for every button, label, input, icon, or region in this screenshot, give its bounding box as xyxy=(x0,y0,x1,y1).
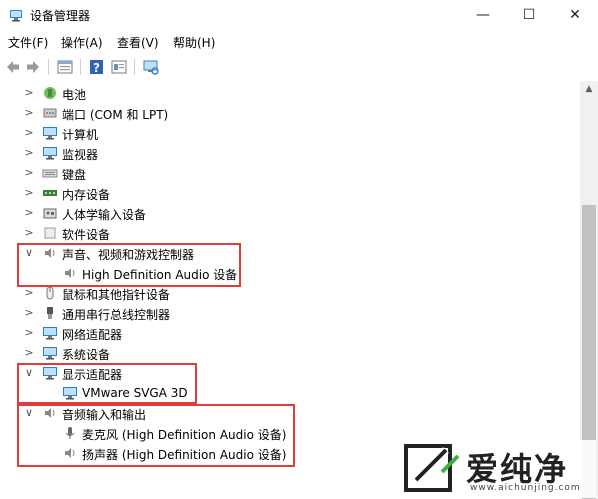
minimize-icon: — xyxy=(476,7,490,23)
tree-item-label: 网络适配器 xyxy=(62,328,123,342)
window-title: 设备管理器 xyxy=(30,9,91,23)
toolbar: ? xyxy=(0,53,598,82)
tree-item-label: 计算机 xyxy=(62,128,99,142)
usb-icon xyxy=(47,307,53,319)
properties-icon[interactable] xyxy=(56,58,74,76)
mouse-icon xyxy=(46,286,54,300)
scan-hardware-icon[interactable] xyxy=(142,58,160,76)
chevron-right-icon[interactable]: > xyxy=(24,166,34,179)
tree-category-item[interactable]: > 监视器 xyxy=(0,143,580,163)
highlight-box-display-adapters xyxy=(17,363,197,404)
tree-item-label: 人体学输入设备 xyxy=(62,208,147,222)
tree-category-item[interactable]: > 电池 xyxy=(0,83,580,103)
watermark-url: www.aichunjing.com xyxy=(470,483,581,493)
chevron-right-icon[interactable]: > xyxy=(24,226,34,239)
menu-file[interactable]: 文件(F) xyxy=(8,34,48,51)
chevron-right-icon[interactable]: > xyxy=(24,326,34,339)
watermark-logo xyxy=(404,444,460,492)
chevron-right-icon[interactable]: > xyxy=(24,126,34,139)
menu-action[interactable]: 操作(A) xyxy=(61,34,103,51)
tree-item-label: 通用串行总线控制器 xyxy=(62,308,171,322)
network-adapter-icon xyxy=(43,327,57,340)
hid-icon xyxy=(43,208,57,219)
tree-category-item[interactable]: > 键盘 xyxy=(0,163,580,183)
menu-help[interactable]: 帮助(H) xyxy=(173,34,215,51)
device-manager-app-icon xyxy=(10,10,22,22)
tree-category-item[interactable]: > 端口 (COM 和 LPT) xyxy=(0,103,580,123)
keyboard-icon xyxy=(42,169,58,178)
scroll-up-icon[interactable]: ▲ xyxy=(580,81,598,98)
title-bar: 设备管理器 — ☐ ✕ xyxy=(0,0,598,30)
port-icon xyxy=(43,108,57,118)
tree-item-label: 电池 xyxy=(62,88,87,102)
menu-view[interactable]: 查看(V) xyxy=(117,34,159,51)
toolbar-separator xyxy=(48,59,49,75)
close-button[interactable]: ✕ xyxy=(552,0,598,30)
toolbar-separator xyxy=(134,59,135,75)
tree-item-label: 软件设备 xyxy=(62,228,111,242)
maximize-button[interactable]: ☐ xyxy=(506,0,552,30)
battery-icon xyxy=(44,87,56,99)
tree-item-label: 键盘 xyxy=(62,168,87,182)
vertical-scrollbar[interactable]: ▲ xyxy=(580,81,598,499)
help-icon[interactable]: ? xyxy=(88,58,106,76)
back-icon[interactable] xyxy=(4,58,22,76)
update-driver-icon[interactable] xyxy=(110,58,128,76)
chevron-right-icon[interactable]: > xyxy=(24,106,34,119)
tree-category-item[interactable]: > 人体学输入设备 xyxy=(0,203,580,223)
watermark: 爱纯净 www.aichunjing.com xyxy=(400,440,596,498)
maximize-icon: ☐ xyxy=(522,7,536,23)
memory-icon xyxy=(43,190,57,196)
tree-item-label: 端口 (COM 和 LPT) xyxy=(62,108,169,122)
software-device-icon xyxy=(44,227,56,239)
forward-icon[interactable] xyxy=(24,58,42,76)
tree-item-label: 监视器 xyxy=(62,148,99,162)
chevron-right-icon[interactable]: > xyxy=(24,346,34,359)
computer-icon xyxy=(43,127,57,140)
tree-category-item[interactable]: > 计算机 xyxy=(0,123,580,143)
chevron-right-icon[interactable]: > xyxy=(24,146,34,159)
tree-category-item[interactable]: > 网络适配器 xyxy=(0,323,580,343)
chevron-right-icon[interactable]: > xyxy=(24,286,34,299)
highlight-box-audio-inputs-outputs xyxy=(17,404,295,467)
chevron-right-icon[interactable]: > xyxy=(24,186,34,199)
system-device-icon xyxy=(43,347,57,360)
tree-category-item[interactable]: > 软件设备 xyxy=(0,223,580,243)
chevron-right-icon[interactable]: > xyxy=(24,306,34,319)
close-icon: ✕ xyxy=(569,7,581,23)
highlight-box-sound-controllers xyxy=(17,243,241,287)
tree-item-label: 内存设备 xyxy=(62,188,111,202)
minimize-button[interactable]: — xyxy=(460,0,506,30)
monitor-icon xyxy=(43,147,57,160)
tree-category-item[interactable]: > 内存设备 xyxy=(0,183,580,203)
menu-bar: 文件(F) 操作(A) 查看(V) 帮助(H) xyxy=(0,30,598,52)
chevron-right-icon[interactable]: > xyxy=(24,86,34,99)
tree-item-label: 系统设备 xyxy=(62,348,111,362)
svg-text:?: ? xyxy=(93,61,100,75)
tree-category-item[interactable]: > 通用串行总线控制器 xyxy=(0,303,580,323)
tree-item-label: 鼠标和其他指针设备 xyxy=(62,288,171,302)
tree-category-item[interactable]: > 系统设备 xyxy=(0,343,580,363)
toolbar-separator xyxy=(80,59,81,75)
chevron-right-icon[interactable]: > xyxy=(24,206,34,219)
